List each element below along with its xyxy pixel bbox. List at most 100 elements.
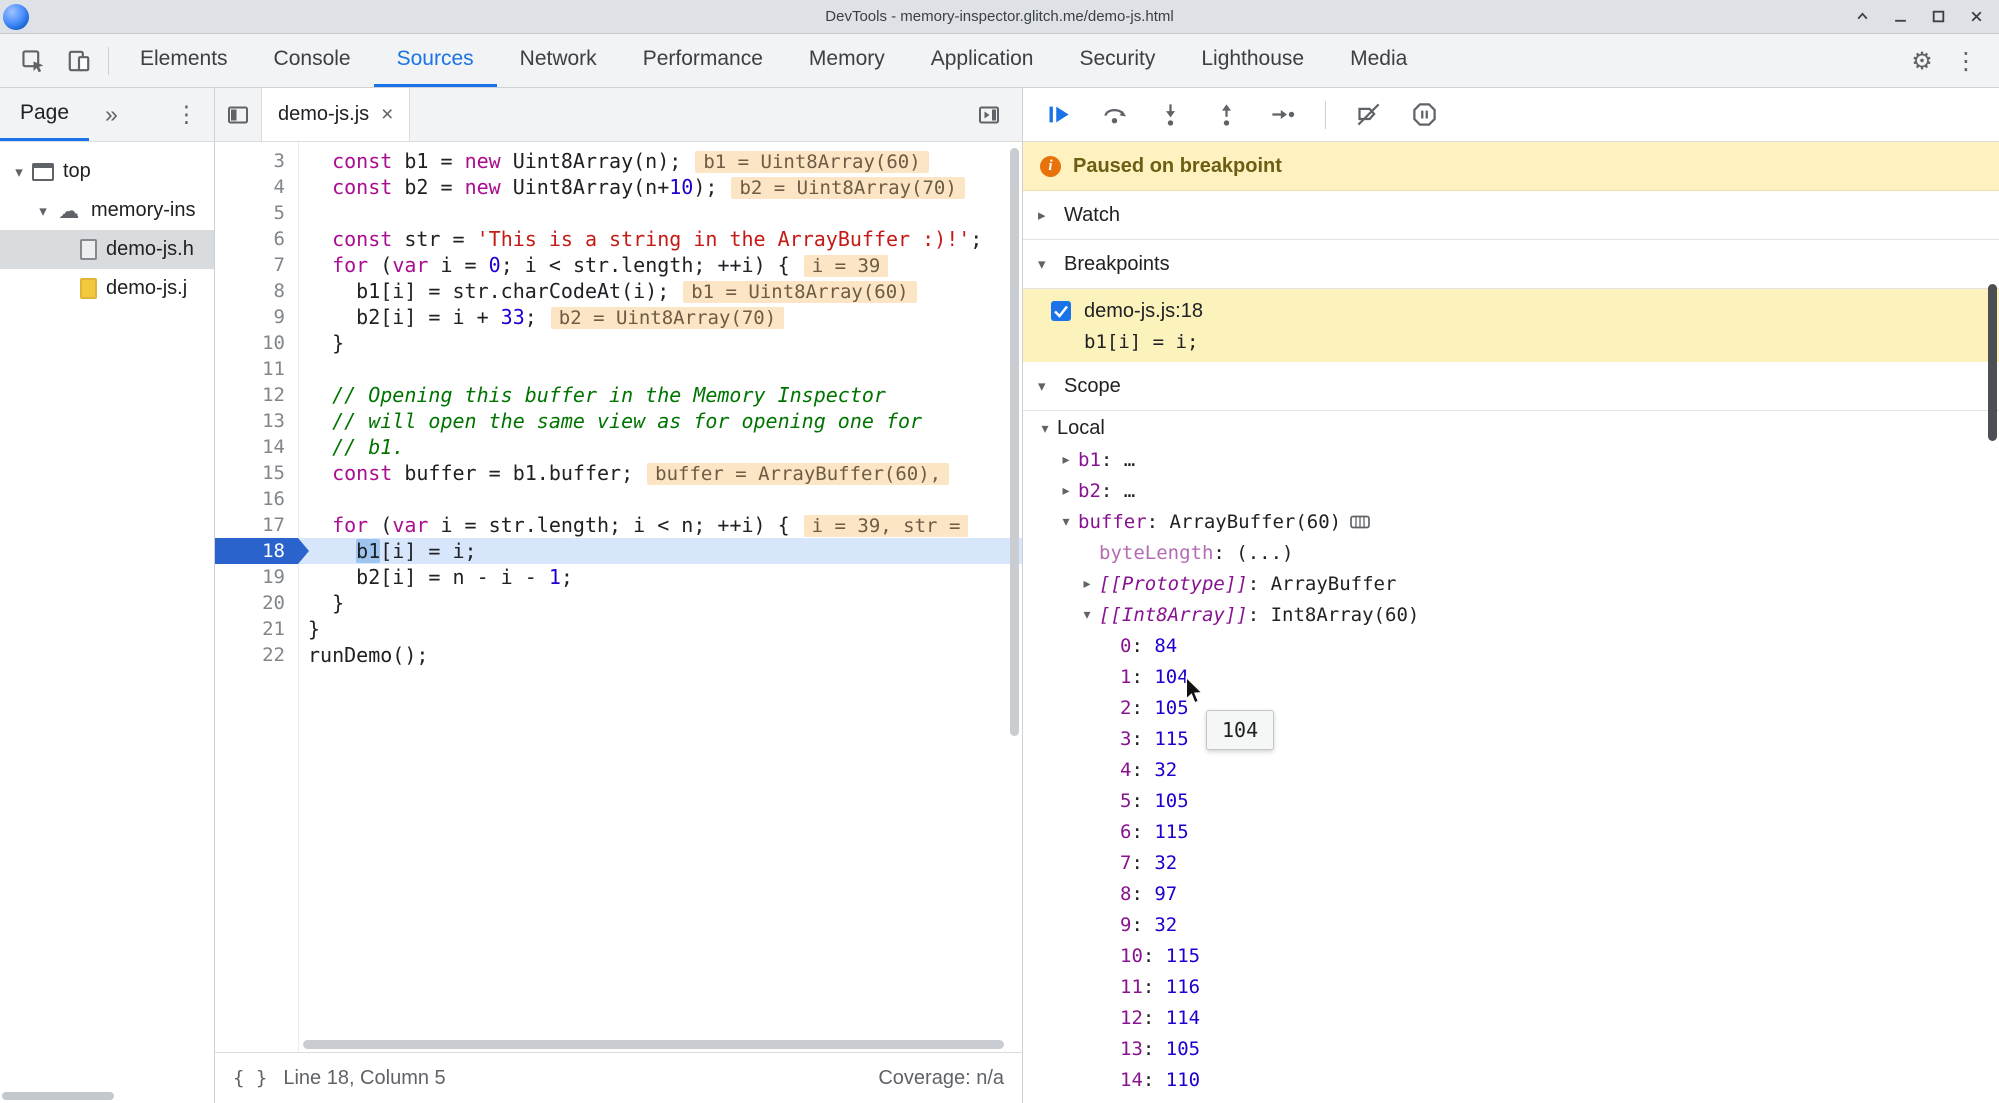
step-icon[interactable] <box>1269 101 1296 128</box>
collapse-triangle-icon[interactable]: ▾ <box>30 202 56 220</box>
navigator-tab-page[interactable]: Page <box>0 88 90 141</box>
step-out-icon[interactable] <box>1213 101 1240 128</box>
tab-performance[interactable]: Performance <box>620 34 786 87</box>
device-toolbar-icon[interactable] <box>62 44 96 78</box>
line-number-20[interactable]: 20 <box>215 590 298 616</box>
deactivate-breakpoints-icon[interactable] <box>1355 101 1382 128</box>
line-number-11[interactable]: 11 <box>215 356 298 382</box>
more-tabs-icon[interactable]: » <box>105 101 118 128</box>
code-line-9[interactable]: b2[i] = i + 33; b2 = Uint8Array(70) <box>299 304 1022 330</box>
expand-triangle-icon[interactable]: ▸ <box>1075 576 1099 592</box>
line-number-22[interactable]: 22 <box>215 642 298 668</box>
collapse-triangle-icon[interactable]: ▾ <box>1054 514 1078 530</box>
line-number-13[interactable]: 13 <box>215 408 298 434</box>
breakpoint-entry[interactable]: demo-js.js:18 b1[i] = i; <box>1023 289 1999 362</box>
scope-row-buffer[interactable]: ▾ buffer: ArrayBuffer(60) <box>1023 506 1999 537</box>
nav-item-top[interactable]: ▾ top <box>0 152 214 191</box>
file-tab-demo-js[interactable]: demo-js.js × <box>261 88 411 141</box>
code-line-14[interactable]: // b1. <box>299 434 1022 460</box>
line-number-17[interactable]: 17 <box>215 512 298 538</box>
close-tab-icon[interactable]: × <box>381 103 393 127</box>
code-line-12[interactable]: // Opening this buffer in the Memory Ins… <box>299 382 1022 408</box>
line-number-9[interactable]: 9 <box>215 304 298 330</box>
line-number-14[interactable]: 14 <box>215 434 298 460</box>
code-line-10[interactable]: } <box>299 330 1022 356</box>
toggle-navigator-icon[interactable] <box>215 88 261 141</box>
line-number-15[interactable]: 15 <box>215 460 298 486</box>
collapse-triangle-icon[interactable]: ▾ <box>6 163 32 181</box>
collapse-triangle-icon[interactable]: ▾ <box>1033 421 1057 437</box>
code-line-13[interactable]: // will open the same view as for openin… <box>299 408 1022 434</box>
line-number-21[interactable]: 21 <box>215 616 298 642</box>
scope-row-int8array[interactable]: ▾ [[Int8Array]]: Int8Array(60) <box>1023 599 1999 630</box>
tab-elements[interactable]: Elements <box>117 34 251 87</box>
line-number-16[interactable]: 16 <box>215 486 298 512</box>
line-number-18[interactable]: 18 <box>215 538 309 564</box>
scope-row-3[interactable]: 3: 115 <box>1023 723 1999 754</box>
scope-row-10[interactable]: 10: 115 <box>1023 940 1999 971</box>
tab-network[interactable]: Network <box>497 34 620 87</box>
scope-row-8[interactable]: 8: 97 <box>1023 878 1999 909</box>
scope-row-13[interactable]: 13: 105 <box>1023 1033 1999 1064</box>
tab-media[interactable]: Media <box>1327 34 1430 87</box>
line-number-5[interactable]: 5 <box>215 200 298 226</box>
scope-row-6[interactable]: 6: 115 <box>1023 816 1999 847</box>
expand-triangle-icon[interactable]: ▸ <box>1054 452 1078 468</box>
maximize-icon[interactable] <box>1927 6 1949 28</box>
line-number-10[interactable]: 10 <box>215 330 298 356</box>
tab-memory[interactable]: Memory <box>786 34 908 87</box>
tab-security[interactable]: Security <box>1056 34 1178 87</box>
code-line-22[interactable]: runDemo(); <box>299 642 1022 668</box>
code-line-17[interactable]: for (var i = str.length; i < n; ++i) {i … <box>299 512 1022 538</box>
pretty-print-icon[interactable]: { } <box>215 1067 283 1089</box>
pause-on-exceptions-icon[interactable] <box>1411 101 1438 128</box>
debugger-vertical-scrollbar[interactable] <box>1988 284 1997 441</box>
code-line-6[interactable]: const str = 'This is a string in the Arr… <box>299 226 1022 252</box>
scope-row-prototype[interactable]: ▸ [[Prototype]]: ArrayBuffer <box>1023 568 1999 599</box>
line-number-4[interactable]: 4 <box>215 174 298 200</box>
toggle-debugger-sidebar-icon[interactable] <box>966 103 1012 127</box>
tab-application[interactable]: Application <box>908 34 1057 87</box>
scope-row-11[interactable]: 11: 116 <box>1023 971 1999 1002</box>
code-line-18[interactable]: b1[i] = i; <box>299 538 1022 564</box>
code-line-4[interactable]: const b2 = new Uint8Array(n+10); b2 = Uin… <box>299 174 1022 200</box>
scope-row-bytelength[interactable]: byteLength: (...) <box>1023 537 1999 568</box>
scope-row-b2[interactable]: ▸ b2: … <box>1023 475 1999 506</box>
line-number-6[interactable]: 6 <box>215 226 298 252</box>
code-line-11[interactable] <box>299 356 1022 382</box>
line-number-12[interactable]: 12 <box>215 382 298 408</box>
editor-horizontal-scrollbar[interactable] <box>303 1040 1004 1049</box>
nav-item-demo-js-h[interactable]: demo-js.h <box>0 230 214 269</box>
settings-gear-icon[interactable]: ⚙ <box>1905 44 1939 78</box>
line-number-19[interactable]: 19 <box>215 564 298 590</box>
code-line-15[interactable]: const buffer = b1.buffer; buffer = ArrayB… <box>299 460 1022 486</box>
navigator-horizontal-scrollbar[interactable] <box>2 1092 114 1100</box>
line-number-3[interactable]: 3 <box>215 148 298 174</box>
chevron-up-icon[interactable] <box>1851 6 1873 28</box>
scope-row-9[interactable]: 9: 32 <box>1023 909 1999 940</box>
nav-item-memory-ins[interactable]: ▾ ☁ memory-ins <box>0 191 214 230</box>
code-line-5[interactable] <box>299 200 1022 226</box>
memory-inspector-icon[interactable] <box>1350 514 1370 530</box>
scope-row-14[interactable]: 14: 110 <box>1023 1064 1999 1095</box>
minimize-icon[interactable] <box>1889 6 1911 28</box>
navigator-kebab-menu-icon[interactable]: ⋮ <box>175 102 198 128</box>
scope-row-12[interactable]: 12: 114 <box>1023 1002 1999 1033</box>
tab-console[interactable]: Console <box>251 34 374 87</box>
code-line-16[interactable] <box>299 486 1022 512</box>
watch-section-header[interactable]: ▸ Watch <box>1023 191 1999 240</box>
tab-lighthouse[interactable]: Lighthouse <box>1178 34 1327 87</box>
scope-row-0[interactable]: 0: 84 <box>1023 630 1999 661</box>
step-over-icon[interactable] <box>1101 101 1128 128</box>
scope-row-5[interactable]: 5: 105 <box>1023 785 1999 816</box>
inspect-element-icon[interactable] <box>16 44 50 78</box>
scope-row-b1[interactable]: ▸ b1: … <box>1023 444 1999 475</box>
close-icon[interactable] <box>1965 6 1987 28</box>
resume-script-icon[interactable] <box>1045 101 1072 128</box>
code-line-8[interactable]: b1[i] = str.charCodeAt(i); b1 = Uint8Arra… <box>299 278 1022 304</box>
line-number-8[interactable]: 8 <box>215 278 298 304</box>
kebab-menu-icon[interactable]: ⋮ <box>1949 44 1983 78</box>
collapse-triangle-icon[interactable]: ▾ <box>1038 255 1054 273</box>
code-line-19[interactable]: b2[i] = n - i - 1; <box>299 564 1022 590</box>
code-line-20[interactable]: } <box>299 590 1022 616</box>
